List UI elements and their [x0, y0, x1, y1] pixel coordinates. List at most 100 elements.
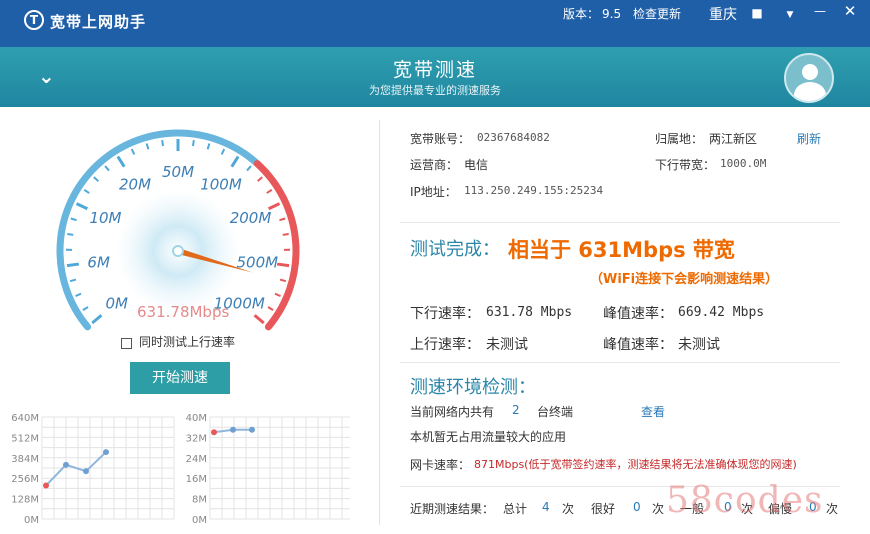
gauge-label: 500M [237, 253, 279, 271]
check-update-button[interactable]: 检查更新 [633, 5, 681, 22]
gauge-label: 6M [87, 253, 110, 271]
gauge-tick [161, 139, 165, 147]
version-label: 版本： [563, 7, 600, 21]
down-rate-value: 631.78 Mbps [486, 305, 573, 320]
env-title: 测速环境检测： [410, 377, 536, 398]
current-speed-readout: 631.78Mbps [137, 303, 230, 321]
y-tick-label: 384M [11, 454, 39, 465]
up-peak-label: 峰值速率： [603, 337, 673, 353]
minimize-icon[interactable]: — [812, 4, 828, 18]
result-equivalent: 相当于 631Mbps 带宽 [508, 238, 735, 262]
ip-value: 113.250.249.155:25234 [464, 184, 604, 197]
up-rate-value: 未测试 [486, 337, 528, 353]
gauge-tick [91, 314, 103, 325]
gauge-tick [191, 139, 195, 147]
gauge-label: 0M [105, 294, 128, 312]
gauge-label: 50M [162, 163, 194, 181]
up-peak-value: 未测试 [678, 337, 720, 353]
gauge-tick [220, 148, 226, 155]
menu-dropdown-icon[interactable]: ▼ [782, 8, 798, 22]
gauge-tick [257, 176, 263, 182]
speed-gauge: 0M6M10M20M50M100M200M500M1000M [56, 129, 300, 331]
data-point [43, 482, 49, 489]
gauge-tick [253, 314, 265, 325]
y-tick-label: 640M [11, 413, 39, 424]
app-title: 宽带上网助手 [50, 13, 147, 31]
recent-label: 近期测速结果： [410, 502, 495, 516]
location-value: 两江新区 [709, 132, 758, 146]
gauge-tick [266, 188, 273, 194]
total-count: 4 [542, 500, 550, 514]
divider [400, 222, 840, 223]
refresh-link[interactable]: 刷新 [797, 130, 821, 147]
gauge-label: 100M [200, 176, 242, 194]
gauge-tick [116, 155, 126, 168]
bandwidth-label: 下行带宽： [655, 158, 716, 172]
bandwidth-value: 1000.0M [720, 157, 767, 170]
gauge-label: 10M [89, 209, 121, 227]
ip-label: IP地址： [410, 185, 457, 199]
gauge-tick [276, 262, 290, 268]
start-test-button[interactable]: 开始测速 [130, 362, 230, 394]
watermark: 58codes [666, 480, 824, 521]
location-label: 归属地： [655, 132, 704, 146]
gauge-tick [83, 188, 90, 194]
good-unit: 次 [652, 502, 665, 516]
devices-count: 2 [512, 403, 520, 417]
gauge-tick [70, 217, 77, 222]
devices-suffix: 台终端 [537, 405, 574, 419]
gauge-tick [67, 232, 74, 236]
gauge-tick [206, 143, 211, 150]
gauge-tick [75, 202, 89, 211]
nic-label: 网卡速率： [410, 458, 471, 472]
gauge-tick [274, 292, 281, 298]
result-title: 测试完成： [410, 239, 500, 260]
upload-test-checkbox[interactable] [121, 338, 132, 349]
account-label: 宽带账号： [410, 132, 471, 146]
title-bar: T 宽带上网助手 版本： 9.5 检查更新 重庆 ■ ▼ — ✕ [0, 0, 870, 47]
gauge-tick [246, 165, 252, 172]
app-logo-icon: T [24, 10, 44, 30]
version-info: 版本： 9.5 [563, 5, 621, 22]
gauge-tick [279, 217, 286, 222]
gauge-tick [230, 155, 240, 168]
y-tick-label: 8M [192, 495, 207, 506]
y-tick-label: 256M [11, 474, 39, 485]
close-icon[interactable]: ✕ [842, 4, 858, 19]
total-label: 总计 [503, 502, 528, 516]
gauge-tick [145, 143, 150, 150]
down-rate-label: 下行速率： [410, 306, 480, 322]
gauge-tick [267, 306, 274, 311]
data-point [230, 426, 236, 433]
devices-prefix: 当前网络内共有 [410, 405, 495, 419]
y-tick-label: 0M [24, 515, 39, 526]
down-peak-value: 669.42 Mbps [678, 305, 765, 320]
skin-icon[interactable]: ■ [749, 6, 765, 20]
y-tick-label: 0M [192, 515, 207, 526]
gauge-pivot [172, 245, 184, 257]
gauge-tick [279, 278, 287, 283]
y-tick-label: 32M [186, 433, 207, 444]
divider [400, 362, 840, 363]
view-devices-link[interactable]: 查看 [641, 403, 665, 420]
isp-value: 电信 [464, 158, 489, 172]
version-value: 9.5 [602, 7, 622, 21]
page-title: 宽带测速 [392, 59, 477, 81]
data-point [211, 429, 217, 436]
gauge-tick [75, 292, 82, 298]
panel-divider [379, 120, 380, 525]
city-selector[interactable]: 重庆 [709, 4, 737, 24]
user-avatar-icon[interactable] [784, 53, 834, 103]
no-heavy-apps-text: 本机暂无占用流量较大的应用 [410, 430, 567, 444]
gauge-label: 20M [119, 176, 151, 194]
data-point [63, 461, 69, 468]
gauge-tick [282, 232, 289, 236]
y-tick-label: 24M [186, 454, 207, 465]
good-count: 0 [633, 500, 641, 514]
y-tick-label: 40M [186, 413, 207, 424]
series-line [45, 451, 107, 487]
wifi-note: （WiFi连接下会影响测速结果） [590, 272, 779, 287]
y-tick-label: 512M [11, 433, 39, 444]
y-tick-label: 128M [11, 495, 39, 506]
gauge-tick [69, 278, 77, 283]
